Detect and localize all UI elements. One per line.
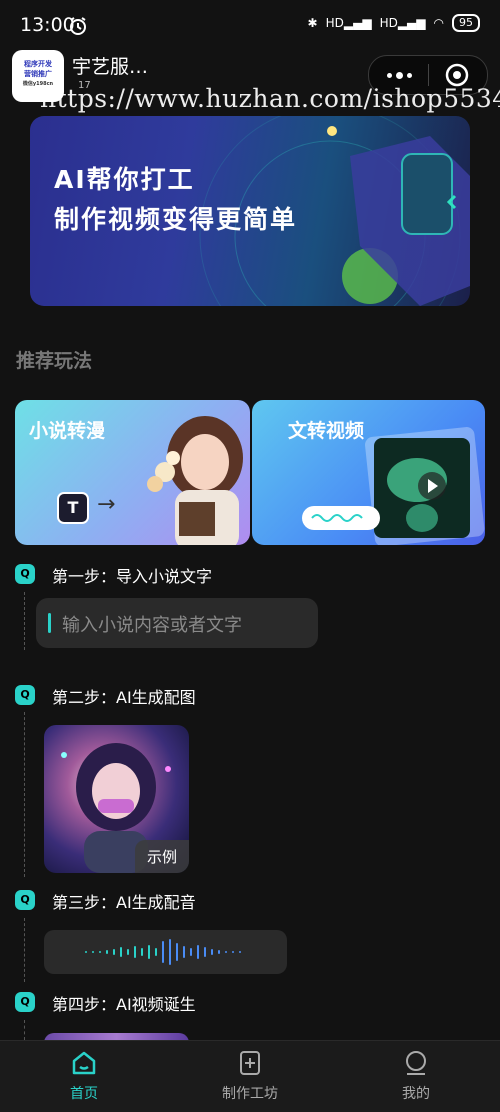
section-title: 推荐玩法 — [16, 350, 93, 372]
signal-icon-1: HD▂▄▆ — [325, 16, 372, 30]
step-4-label: 第四步：AI视频诞生 — [52, 995, 196, 1014]
card-title: 小说转漫 — [29, 420, 106, 442]
status-bar: 13:00 ✱ HD▂▄▆ HD▂▄▆ ◠ 95 — [0, 0, 500, 54]
step-icon: Q — [15, 685, 35, 705]
banner-line-2: 制作视频变得更简单 — [54, 205, 298, 234]
audio-waveform[interactable] — [44, 930, 287, 974]
sample-image[interactable]: 示例 — [44, 725, 189, 873]
step-icon: Q — [15, 992, 35, 1012]
step-icon: Q — [15, 890, 35, 910]
tab-bar: 首页 制作工坊 我的 — [0, 1040, 500, 1112]
promo-banner[interactable]: AI帮你打工 制作视频变得更简单 — [30, 116, 470, 306]
step-2-label: 第二步：AI生成配图 — [52, 688, 196, 707]
user-icon — [406, 1051, 426, 1075]
tab-home[interactable]: 首页 — [24, 1049, 144, 1103]
tab-mine[interactable]: 我的 — [356, 1049, 476, 1103]
home-icon — [72, 1051, 96, 1075]
card-novel-to-comic[interactable]: 小说转漫 T → — [15, 400, 250, 545]
status-icons: ✱ HD▂▄▆ HD▂▄▆ ◠ 95 — [308, 14, 480, 32]
bluetooth-icon: ✱ — [307, 16, 318, 30]
girl-illustration — [147, 416, 243, 545]
sample-tag: 示例 — [134, 840, 189, 873]
step-1-label: 第一步：导入小说文字 — [52, 567, 213, 586]
card-text-to-video[interactable]: 文转视频 — [252, 400, 485, 545]
wifi-icon: ◠ — [433, 16, 444, 30]
watermark-text: https://www.huzhan.com/ishop5534 — [40, 84, 500, 113]
banner-line-1: AI帮你打工 — [54, 165, 195, 194]
step-connector — [24, 592, 25, 650]
status-time: 13:00 — [20, 14, 75, 36]
text-icon: T — [57, 492, 89, 524]
tab-label: 首页 — [70, 1086, 98, 1102]
step-connector — [24, 712, 25, 877]
step-icon: Q — [15, 564, 35, 584]
novel-text-input[interactable]: 输入小说内容或者文字 — [36, 598, 318, 648]
video-illustration — [302, 427, 485, 545]
tab-label: 我的 — [402, 1086, 430, 1102]
tab-workshop[interactable]: 制作工坊 — [190, 1049, 310, 1103]
input-placeholder: 输入小说内容或者文字 — [62, 615, 242, 636]
waveform-icon — [85, 939, 241, 965]
step-connector — [24, 918, 25, 982]
more-icon[interactable] — [383, 64, 415, 86]
input-caret — [48, 613, 51, 633]
app-name[interactable]: 宇艺服… — [72, 52, 148, 79]
tab-label: 制作工坊 — [222, 1086, 278, 1102]
battery-icon: 95 — [452, 14, 480, 32]
step-3-label: 第三步：AI生成配音 — [52, 893, 196, 912]
arrow-right-icon: → — [97, 492, 116, 517]
alarm-icon — [70, 17, 86, 35]
step-connector — [24, 1020, 25, 1040]
add-doc-icon — [240, 1051, 260, 1075]
signal-icon-2: HD▂▄▆ — [379, 16, 426, 30]
